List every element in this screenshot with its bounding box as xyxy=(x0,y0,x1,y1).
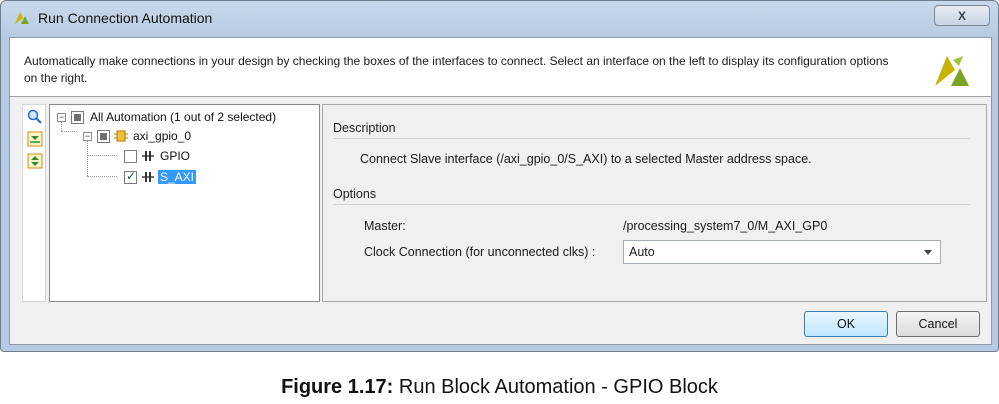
tree-toolbar xyxy=(22,104,46,302)
info-text: Automatically make connections in your d… xyxy=(24,54,889,85)
clock-connection-select[interactable]: Auto xyxy=(623,240,941,264)
dialog-window: Run Connection Automation X Automaticall… xyxy=(0,0,999,352)
gpio-label: GPIO xyxy=(160,149,191,163)
configuration-panel: Description Connect Slave interface (/ax… xyxy=(322,104,987,302)
tree-guide xyxy=(87,176,117,177)
tree-guide xyxy=(87,155,117,156)
interface-icon xyxy=(142,151,154,161)
section-divider xyxy=(333,204,970,205)
checkmark-icon: ✓ xyxy=(126,168,137,183)
tree-node-gpio[interactable]: GPIO xyxy=(124,147,192,165)
dialog-body: Automatically make connections in your d… xyxy=(9,37,992,345)
description-header: Description xyxy=(333,121,396,135)
collapse-toggle[interactable]: − xyxy=(83,131,92,141)
ip-block-icon xyxy=(114,130,128,142)
interface-icon xyxy=(142,172,154,182)
info-banner: Automatically make connections in your d… xyxy=(10,38,991,97)
vivado-logo-icon xyxy=(935,56,969,86)
section-divider xyxy=(333,138,970,139)
tree-node-axi-gpio[interactable]: − axi_gpio_0 xyxy=(83,127,193,145)
options-header: Options xyxy=(333,187,377,201)
cancel-button[interactable]: Cancel xyxy=(896,311,980,337)
close-button[interactable]: X xyxy=(934,5,990,26)
master-value: /processing_system7_0/M_AXI_GP0 xyxy=(623,219,828,233)
ok-button[interactable]: OK xyxy=(804,311,888,337)
tree-node-all-automation[interactable]: − All Automation (1 out of 2 selected) xyxy=(57,108,278,126)
all-automation-checkbox[interactable] xyxy=(71,110,84,124)
figure-number: Figure 1.17: xyxy=(281,376,394,398)
clock-connection-value: Auto xyxy=(629,245,655,259)
axi-gpio-label: axi_gpio_0 xyxy=(133,129,192,143)
axi-gpio-checkbox[interactable] xyxy=(97,129,110,143)
clock-connection-label: Clock Connection (for unconnected clks) … xyxy=(364,245,596,259)
window-title: Run Connection Automation xyxy=(38,10,213,26)
title-bar[interactable]: Run Connection Automation X xyxy=(1,1,998,37)
figure-caption: Figure 1.17: Run Block Automation - GPIO… xyxy=(0,376,999,399)
description-text: Connect Slave interface (/axi_gpio_0/S_A… xyxy=(360,152,812,166)
gpio-checkbox[interactable] xyxy=(124,149,137,163)
tree-guide xyxy=(61,131,77,132)
figure-caption-text: Run Block Automation - GPIO Block xyxy=(393,376,718,398)
master-label: Master: xyxy=(364,219,406,233)
close-icon: X xyxy=(957,8,966,23)
vivado-logo-icon xyxy=(15,12,29,24)
expand-all-icon[interactable] xyxy=(25,152,45,170)
s-axi-checkbox[interactable]: ✓ xyxy=(124,168,137,184)
collapse-all-icon[interactable] xyxy=(25,130,45,148)
collapse-toggle[interactable]: − xyxy=(57,112,66,122)
search-icon[interactable] xyxy=(25,108,45,126)
all-automation-label: All Automation (1 out of 2 selected) xyxy=(90,110,277,124)
automation-tree: − All Automation (1 out of 2 selected) −… xyxy=(49,104,320,302)
s-axi-label: S_AXI xyxy=(158,170,197,184)
chevron-down-icon xyxy=(924,250,932,255)
tree-node-s-axi[interactable]: ✓ S_AXI xyxy=(124,168,197,186)
